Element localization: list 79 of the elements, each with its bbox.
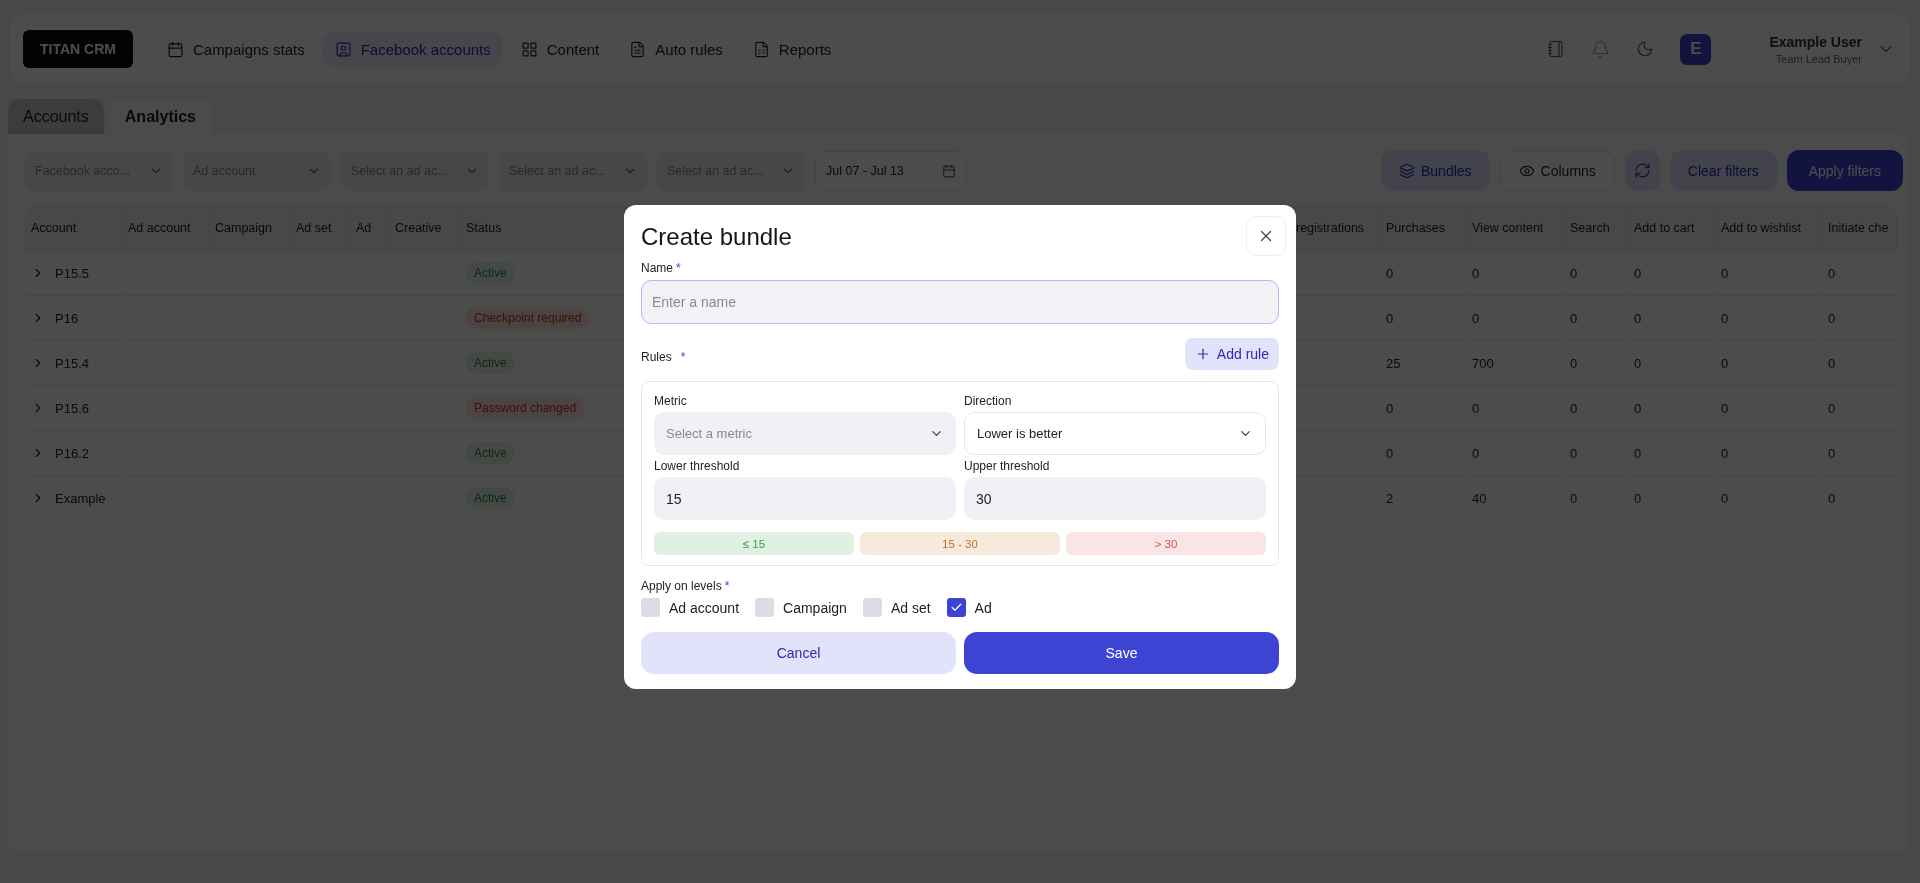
nav-link[interactable]: Content <box>508 31 612 67</box>
account-name: P16.2 <box>55 445 89 461</box>
table-cell: 0 <box>1634 265 1642 281</box>
table-cell: 0 <box>1386 445 1394 461</box>
checkbox-label: Ad <box>974 599 992 616</box>
user-name: Example User <box>1769 33 1862 50</box>
save-button[interactable]: Save <box>964 632 1279 674</box>
table-cell: 0 <box>1386 265 1394 281</box>
table-cell: 0 <box>1570 490 1578 506</box>
range-chip: > 30 <box>1066 532 1266 555</box>
table-cell: 0 <box>1472 445 1480 461</box>
range-chip: 15 - 30 <box>860 532 1060 555</box>
table-cell: 0 <box>1721 400 1729 416</box>
account-name: P15.5 <box>55 265 89 281</box>
account-name: Example <box>55 490 106 506</box>
table-cell: 0 <box>1721 490 1729 506</box>
account-name: P15.4 <box>55 355 89 371</box>
table-cell: 0 <box>1472 265 1480 281</box>
nav-link[interactable]: Campaigns stats <box>154 31 317 67</box>
table-cell: 0 <box>1570 310 1578 326</box>
table-cell: 0 <box>1828 310 1836 326</box>
field-label: Upper threshold <box>964 459 1051 473</box>
cancel-button[interactable]: Cancel <box>641 632 956 674</box>
table-cell: 0 <box>1634 355 1642 371</box>
add-rule-button[interactable]: Add rule <box>1184 338 1279 370</box>
table-cell: 0 <box>1386 310 1394 326</box>
field-label: Metric <box>654 394 688 408</box>
checkbox[interactable] <box>641 598 660 617</box>
upper-threshold-input[interactable]: 30 <box>964 477 1266 520</box>
name-input-field[interactable]: Enter a name <box>641 280 1279 324</box>
table-cell: 0 <box>1828 400 1836 416</box>
table-cell: 2 <box>1386 490 1394 506</box>
table-cell: 0 <box>1570 355 1578 371</box>
table-cell: 0 <box>1721 355 1729 371</box>
field-label: Direction <box>964 394 1013 408</box>
table-cell: 0 <box>1721 445 1729 461</box>
table-cell: 0 <box>1828 445 1836 461</box>
nav-link[interactable]: Reports <box>740 31 844 67</box>
nav-link[interactable]: Auto rules <box>617 31 735 67</box>
table-cell: 0 <box>1634 400 1642 416</box>
table-cell: 0 <box>1386 400 1394 416</box>
table-cell: 0 <box>1634 310 1642 326</box>
table-cell: 0 <box>1570 265 1578 281</box>
lower-threshold-input[interactable]: 15 <box>654 477 956 520</box>
table-cell: 0 <box>1472 400 1480 416</box>
check-icon <box>949 601 963 614</box>
range-chip: ≤ 15 <box>654 532 854 555</box>
table-cell: 0 <box>1721 310 1729 326</box>
field-label: Lower threshold <box>654 459 741 473</box>
table-cell: 0 <box>1721 265 1729 281</box>
field-label: Rules <box>641 349 672 364</box>
table-cell: 0 <box>1570 400 1578 416</box>
required-mark: * <box>724 579 730 593</box>
table-cell: 0 <box>1570 445 1578 461</box>
table-cell: 0 <box>1634 490 1642 506</box>
checkbox-label: Ad account <box>669 599 740 616</box>
account-name: P16 <box>55 310 79 326</box>
checkbox-label: Ad set <box>890 599 931 616</box>
dialog-title: Create bundle <box>641 222 792 251</box>
checkbox[interactable] <box>946 598 966 617</box>
table-cell: 700 <box>1472 355 1494 371</box>
table-cell: 25 <box>1386 355 1401 371</box>
field-label: Apply on levels <box>641 579 722 593</box>
direction-select[interactable]: Lower is better <box>964 412 1266 455</box>
checkbox-label: Campaign <box>783 599 847 616</box>
table-cell: 0 <box>1472 310 1480 326</box>
checkbox[interactable] <box>755 598 775 617</box>
required-mark: * <box>676 261 681 275</box>
close-button[interactable] <box>1246 216 1286 256</box>
field-label: Name <box>641 261 673 275</box>
table-cell: 0 <box>1828 355 1836 371</box>
account-name: P15.6 <box>55 400 89 416</box>
table-cell: 0 <box>1828 490 1836 506</box>
table-cell: 0 <box>1634 445 1642 461</box>
table-cell: 0 <box>1828 265 1836 281</box>
checkbox[interactable] <box>862 598 882 617</box>
metric-select[interactable]: Select a metric <box>654 412 956 455</box>
table-cell: 40 <box>1472 490 1487 506</box>
required-mark: * <box>680 349 686 364</box>
